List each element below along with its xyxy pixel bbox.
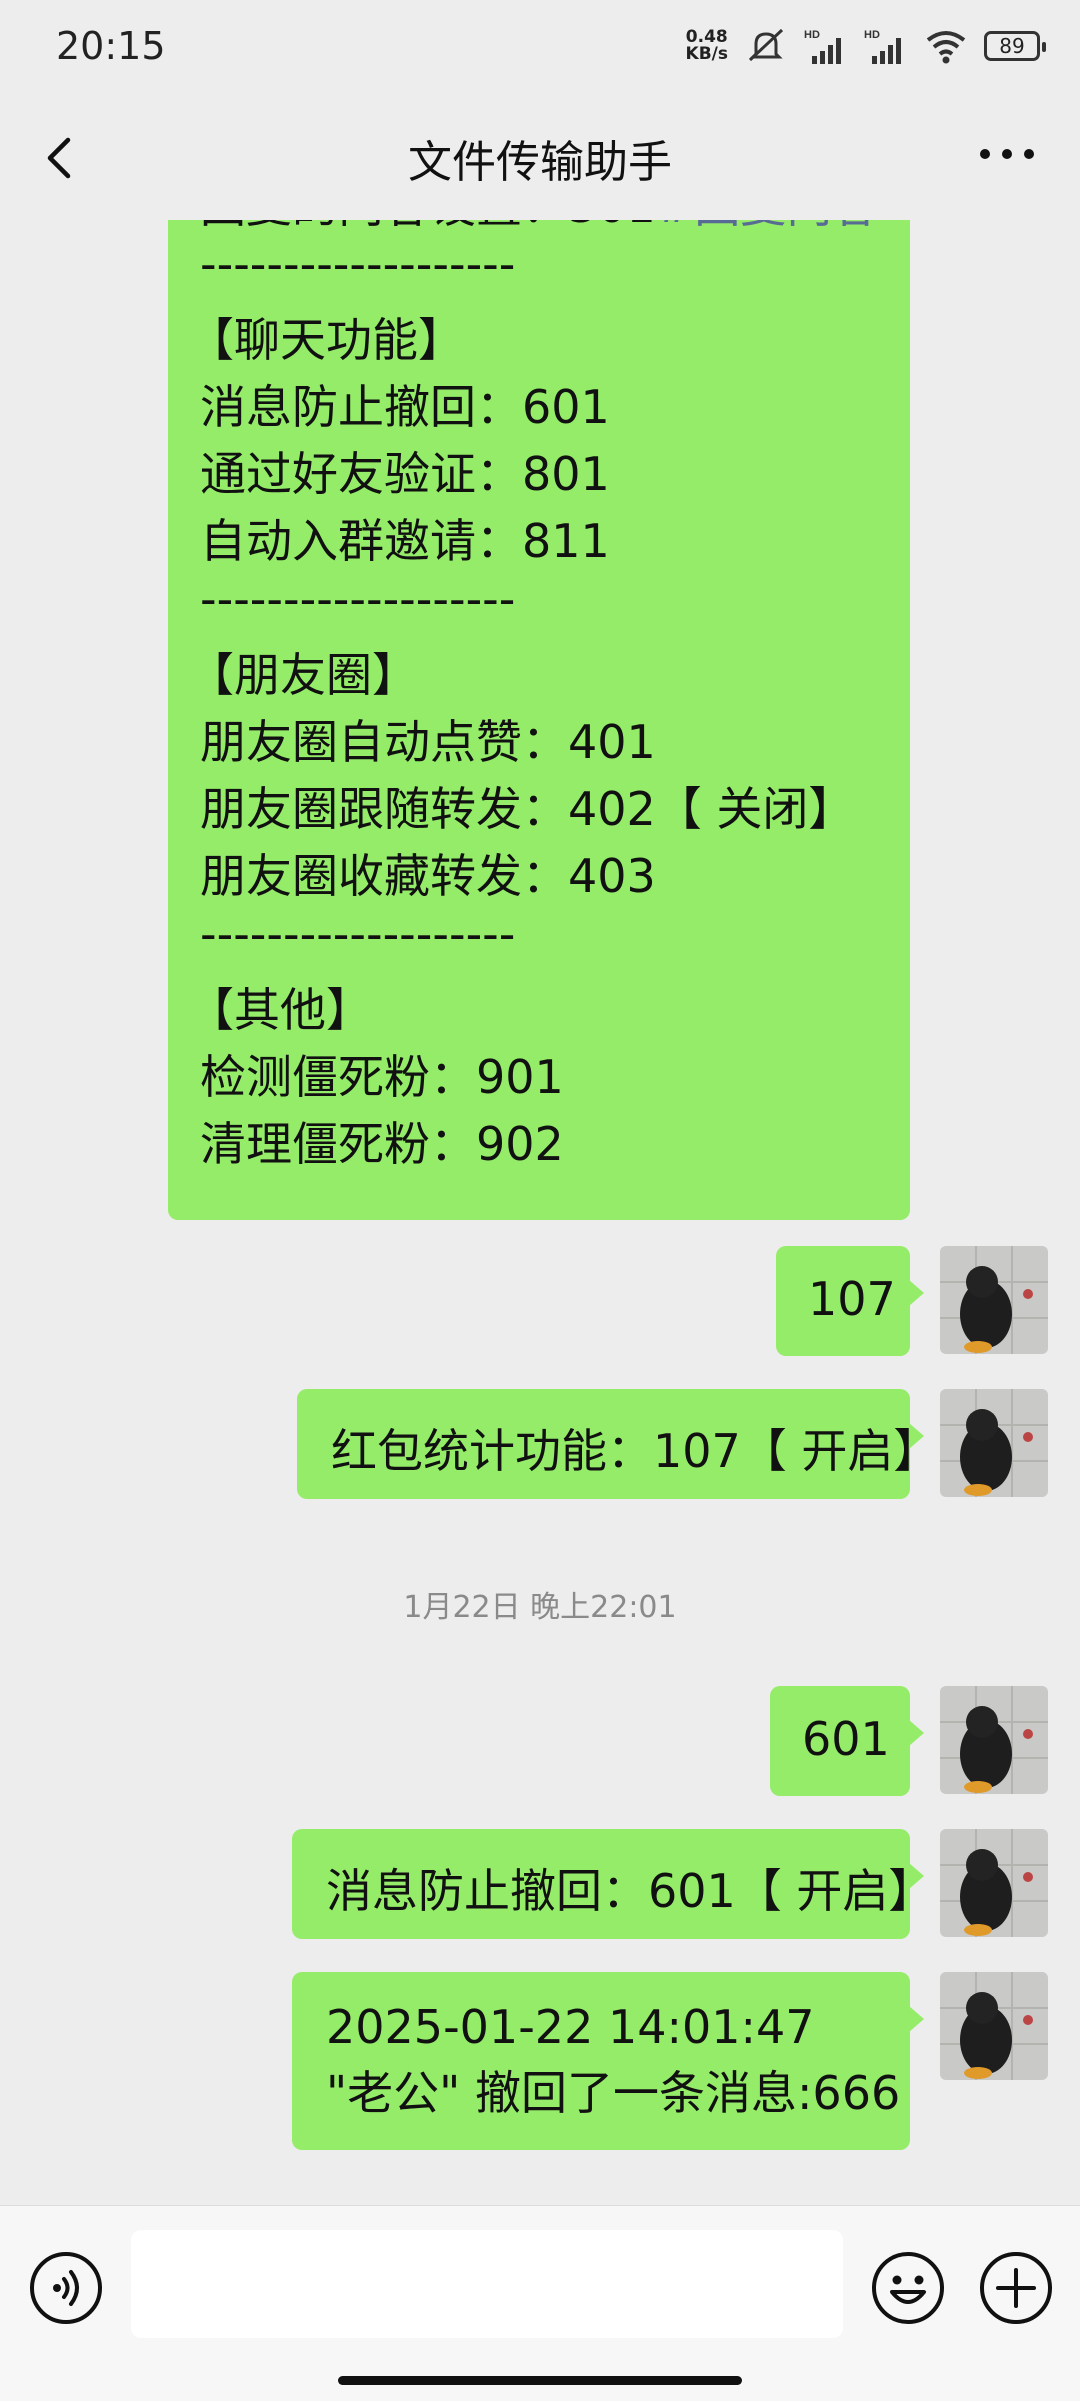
section-heading-chat: 【聊天功能】 <box>188 313 464 367</box>
home-indicator[interactable] <box>338 2376 742 2385</box>
chat-area[interactable]: 回复的内容设置：301#回复内容 ------------------- 【聊天… <box>0 220 1080 2205</box>
recall-time: 2025-01-22 14:01:47 <box>326 2000 815 2054</box>
message-bubble[interactable]: 107 <box>776 1246 924 1356</box>
wifi-icon <box>926 31 966 64</box>
chat-header: 文件传输助手 <box>0 96 1080 220</box>
avatar[interactable] <box>940 1246 1048 1354</box>
avatar[interactable] <box>940 1972 1048 2080</box>
message-bubble[interactable]: 消息防止撤回：601【 开启】 <box>292 1829 934 1939</box>
message-line: 检测僵死粉：901 <box>200 1050 564 1104</box>
chat-title: 文件传输助手 <box>408 137 672 188</box>
avatar[interactable] <box>940 1829 1048 1937</box>
avatar-image <box>940 1686 1048 1794</box>
message-line: 朋友圈收藏转发：403 <box>200 849 656 903</box>
reply-content-link[interactable]: #回复内容 <box>656 220 879 233</box>
recall-notice-bubble[interactable]: 2025-01-22 14:01:47 "老公" 撤回了一条消息:666 <box>292 1972 924 2150</box>
section-heading-moments: 【朋友圈】 <box>188 648 418 702</box>
message-line: 回复的内容设置：301#回复内容 <box>200 220 878 236</box>
avatar[interactable] <box>940 1389 1048 1497</box>
feature-list-message[interactable]: 回复的内容设置：301#回复内容 ------------------- 【聊天… <box>168 220 910 1220</box>
message-input[interactable] <box>131 2230 843 2338</box>
message-line: 通过好友验证：801 <box>200 447 610 501</box>
divider-line: ------------------- <box>200 237 516 291</box>
message-timestamp: 1月22日 晚上22:01 <box>403 1590 677 1625</box>
avatar-image <box>940 1246 1048 1354</box>
more-dots-icon[interactable] <box>972 134 1042 174</box>
bell-muted-icon <box>748 28 784 62</box>
status-icons: 0.48 KB/s HD HD 89 <box>686 26 1046 66</box>
voice-icon[interactable] <box>28 2250 104 2326</box>
battery-icon: 89 <box>984 31 1046 61</box>
avatar-image <box>940 1389 1048 1497</box>
message-line: 朋友圈自动点赞：401 <box>200 715 656 769</box>
net-speed: 0.48 KB/s <box>686 29 728 63</box>
avatar-image <box>940 1972 1048 2080</box>
avatar[interactable] <box>940 1686 1048 1794</box>
net-speed-unit: KB/s <box>685 44 728 64</box>
signal-icon-2: HD <box>864 29 901 64</box>
message-line: 清理僵死粉：902 <box>200 1117 564 1171</box>
message-line: 朋友圈跟随转发：402【 关闭】 <box>200 782 855 836</box>
avatar-image <box>940 1829 1048 1937</box>
section-heading-other: 【其他】 <box>188 983 372 1037</box>
signal1-label: HD <box>804 29 820 41</box>
message-bubble[interactable]: 601 <box>770 1686 924 1796</box>
signal2-label: HD <box>864 29 880 41</box>
recall-text: "老公" 撤回了一条消息:666 <box>326 2066 901 2120</box>
input-bar <box>0 2205 1080 2401</box>
message-line: 自动入群邀请：811 <box>200 514 610 568</box>
divider-line: ------------------- <box>200 572 516 626</box>
plus-icon[interactable] <box>978 2250 1054 2326</box>
status-bar: 20:15 0.48 KB/s HD HD 89 <box>0 0 1080 96</box>
message-line: 消息防止撤回：601 <box>200 380 610 434</box>
emoji-icon[interactable] <box>870 2250 946 2326</box>
divider-line: ------------------- <box>200 907 516 961</box>
status-time: 20:15 <box>56 24 166 68</box>
signal-icon-1: HD <box>804 29 841 64</box>
message-bubble[interactable]: 红包统计功能：107【 开启】 <box>297 1389 939 1499</box>
